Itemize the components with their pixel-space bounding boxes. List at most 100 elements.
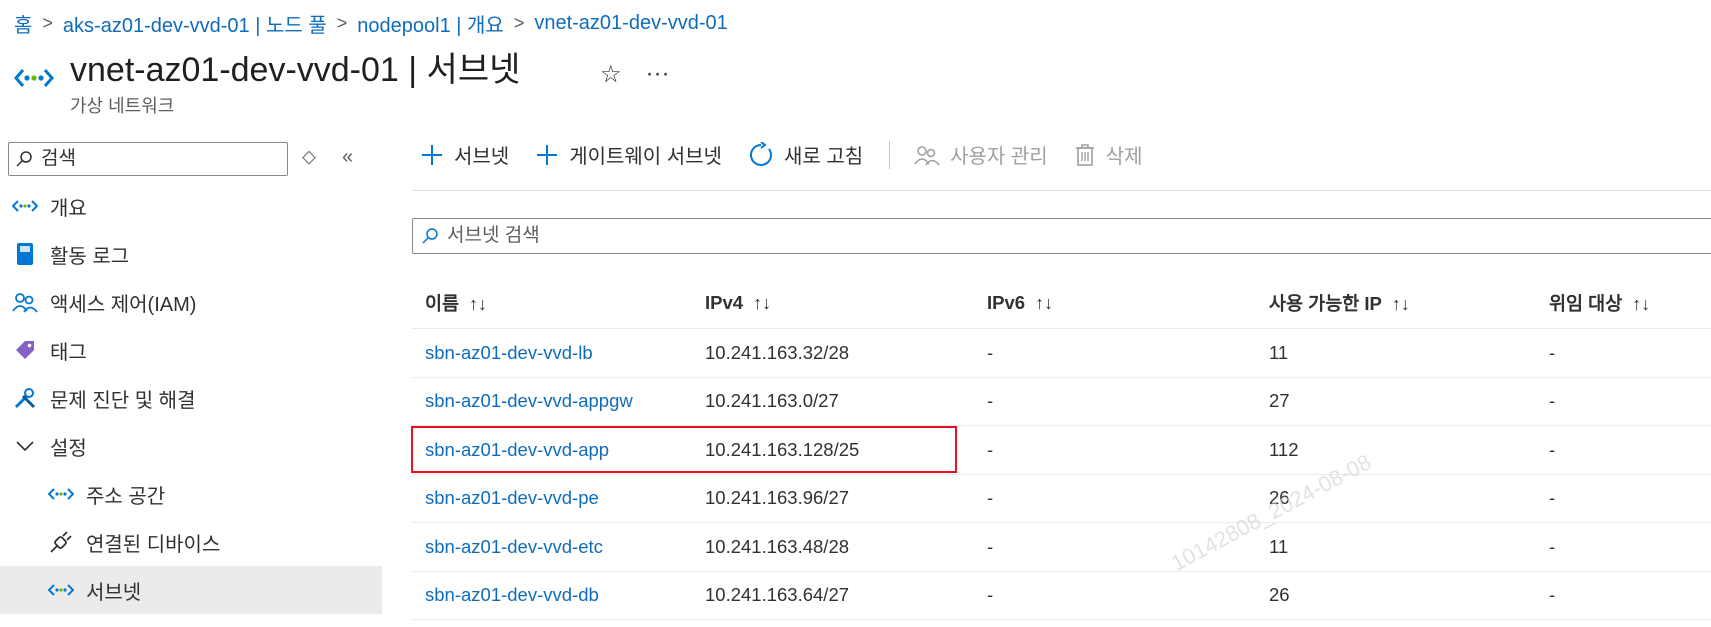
table-row: sbn-az01-dev-vvd-db 10.241.163.64/27 - 2… xyxy=(412,572,1711,620)
table-row: sbn-az01-dev-vvd-pe 10.241.163.96/27 - 2… xyxy=(412,475,1711,523)
collapse-sidebar-icon[interactable]: « xyxy=(342,146,353,169)
add-subnet-button[interactable]: 서브넷 xyxy=(420,140,509,169)
subnet-name-link[interactable]: sbn-az01-dev-vvd-appgw xyxy=(425,390,633,411)
ipv4-cell: 10.241.163.48/28 xyxy=(705,535,850,557)
sidebar-search-box[interactable] xyxy=(8,142,288,176)
chevron-right-icon: > xyxy=(42,13,53,33)
sidebar-item-label: 설정 xyxy=(50,437,87,460)
vnet-icon xyxy=(12,193,38,219)
breadcrumb-home[interactable]: 홈 xyxy=(14,9,32,38)
subnet-search-input[interactable] xyxy=(445,224,1249,248)
breadcrumb-nodepool-overview[interactable]: nodepool1 | 개요 xyxy=(357,9,504,38)
subnet-name-link[interactable]: sbn-az01-dev-vvd-pe xyxy=(425,487,599,508)
sidebar-group-settings[interactable]: 설정 xyxy=(0,422,382,470)
sidebar-item-diagnose[interactable]: 문제 진단 및 해결 xyxy=(0,374,382,422)
sidebar-item-iam[interactable]: 액세스 제어(IAM) xyxy=(0,278,382,326)
column-header-ipv6[interactable]: IPv6 ↑↓ xyxy=(974,292,1256,314)
page-subtitle: 가상 네트워크 xyxy=(70,96,175,116)
tag-icon xyxy=(12,337,38,363)
vnet-icon xyxy=(48,481,74,507)
sidebar-item-overview[interactable]: 개요 xyxy=(0,182,382,230)
sort-icon[interactable]: ↑↓ xyxy=(469,294,487,314)
refresh-label: 새로 고침 xyxy=(783,146,864,168)
sort-icon[interactable]: ↑↓ xyxy=(753,293,771,313)
sidebar-item-label: 태그 xyxy=(50,341,87,364)
delegated-cell: - xyxy=(1549,438,1556,460)
chevron-down-icon xyxy=(12,433,38,459)
table-row: sbn-az01-dev-vvd-appgw 10.241.163.0/27 -… xyxy=(412,378,1711,426)
breadcrumb: 홈 > aks-az01-dev-vvd-01 | 노드 풀 > nodepoo… xyxy=(14,9,728,38)
breadcrumb-aks-nodepools[interactable]: aks-az01-dev-vvd-01 | 노드 풀 xyxy=(63,9,327,38)
table-row: sbn-az01-dev-vvd-app 10.241.163.128/25 -… xyxy=(412,426,1711,475)
available-ips-cell: 27 xyxy=(1269,390,1290,412)
sidebar-item-activity-log[interactable]: 활동 로그 xyxy=(0,230,382,278)
subnet-name-link[interactable]: sbn-az01-dev-vvd-lb xyxy=(425,342,593,363)
sidebar-item-subnets[interactable]: 서브넷 xyxy=(0,566,382,614)
ipv6-cell: - xyxy=(987,341,994,363)
ipv4-cell: 10.241.163.0/27 xyxy=(705,390,839,412)
subnet-search-box[interactable] xyxy=(412,218,1711,254)
sidebar-item-label: 연결된 디바이스 xyxy=(86,533,221,556)
available-ips-cell: 26 xyxy=(1269,584,1290,606)
ipv4-cell: 10.241.163.128/25 xyxy=(705,438,860,460)
command-bar: 서브넷 게이트웨이 서브넷 새로 고침 사용자 관리 삭제 xyxy=(420,140,1169,169)
refresh-icon xyxy=(748,141,774,168)
expand-collapse-icon[interactable]: ⬦ xyxy=(302,146,316,169)
manage-users-button[interactable]: 사용자 관리 xyxy=(914,140,1048,169)
sidebar-item-label: 주소 공간 xyxy=(86,485,166,508)
toolbar-divider-line xyxy=(412,190,1711,191)
ipv6-cell: - xyxy=(987,438,994,460)
sort-icon[interactable]: ↑↓ xyxy=(1632,294,1650,314)
ipv6-cell: - xyxy=(987,487,994,509)
vnet-icon xyxy=(14,69,54,87)
available-ips-cell: 11 xyxy=(1269,341,1289,363)
delegated-cell: - xyxy=(1549,584,1556,606)
sidebar-item-connected-devices[interactable]: 연결된 디바이스 xyxy=(0,518,382,566)
sort-icon[interactable]: ↑↓ xyxy=(1035,293,1053,313)
table-header: 이름 ↑↓ IPv4 ↑↓ IPv6 ↑↓ 사용 가능한 IP ↑↓ 위임 대상 ↑↓ xyxy=(412,278,1711,329)
add-gateway-subnet-button[interactable]: 게이트웨이 서브넷 xyxy=(535,140,722,169)
delete-button[interactable]: 삭제 xyxy=(1074,140,1143,169)
sidebar-item-address-space[interactable]: 주소 공간 xyxy=(0,470,382,518)
ipv6-cell: - xyxy=(987,390,994,412)
sidebar-search-input[interactable] xyxy=(39,147,273,171)
sidebar-item-tags[interactable]: 태그 xyxy=(0,326,382,374)
title-actions: ☆ ··· xyxy=(600,60,670,89)
available-ips-cell: 11 xyxy=(1269,535,1289,557)
delegated-cell: - xyxy=(1549,341,1556,363)
sort-icon[interactable]: ↑↓ xyxy=(1392,294,1410,314)
table-row: sbn-az01-dev-vvd-lb 10.241.163.32/28 - 1… xyxy=(412,329,1711,378)
plus-icon xyxy=(420,143,444,167)
sidebar-item-label: 개요 xyxy=(50,197,87,220)
people-icon xyxy=(914,144,940,166)
plus-icon xyxy=(535,143,559,167)
page-header: vnet-az01-dev-vvd-01 | 서브넷 가상 네트워크 xyxy=(14,50,520,118)
subnet-name-link[interactable]: sbn-az01-dev-vvd-app xyxy=(425,439,609,460)
people-icon xyxy=(12,289,38,315)
delete-label: 삭제 xyxy=(1105,146,1143,168)
ipv4-cell: 10.241.163.32/28 xyxy=(705,341,850,363)
trash-icon xyxy=(1074,143,1096,167)
sidebar: ⬦ « 개요 활동 로그 액세스 제어(IAM) 태그 xyxy=(0,130,382,627)
toolbar-divider xyxy=(889,140,891,169)
table-row: sbn-az01-dev-vvd-etc 10.241.163.48/28 - … xyxy=(412,523,1711,572)
more-options-button[interactable]: ··· xyxy=(646,60,670,89)
column-header-delegated-to[interactable]: 위임 대상 ↑↓ xyxy=(1536,290,1711,316)
column-header-name[interactable]: 이름 ↑↓ xyxy=(412,290,692,316)
log-book-icon xyxy=(12,241,38,267)
refresh-button[interactable]: 새로 고침 xyxy=(748,140,863,169)
search-icon xyxy=(16,151,32,167)
breadcrumb-vnet[interactable]: vnet-az01-dev-vvd-01 xyxy=(534,12,727,35)
sidebar-nav: 개요 활동 로그 액세스 제어(IAM) 태그 문제 진단 및 해결 설정 주소… xyxy=(0,182,382,614)
star-icon[interactable]: ☆ xyxy=(600,60,622,89)
subnet-name-link[interactable]: sbn-az01-dev-vvd-db xyxy=(425,584,599,605)
column-header-ipv4[interactable]: IPv4 ↑↓ xyxy=(692,292,974,314)
column-header-available-ips[interactable]: 사용 가능한 IP ↑↓ xyxy=(1256,290,1536,316)
add-gateway-subnet-label: 게이트웨이 서브넷 xyxy=(569,146,722,168)
sidebar-item-label: 활동 로그 xyxy=(50,245,130,268)
subnet-name-link[interactable]: sbn-az01-dev-vvd-etc xyxy=(425,536,603,557)
delegated-cell: - xyxy=(1549,390,1556,412)
ipv4-cell: 10.241.163.96/27 xyxy=(705,487,850,509)
add-subnet-label: 서브넷 xyxy=(454,146,510,168)
plug-icon xyxy=(48,529,74,555)
